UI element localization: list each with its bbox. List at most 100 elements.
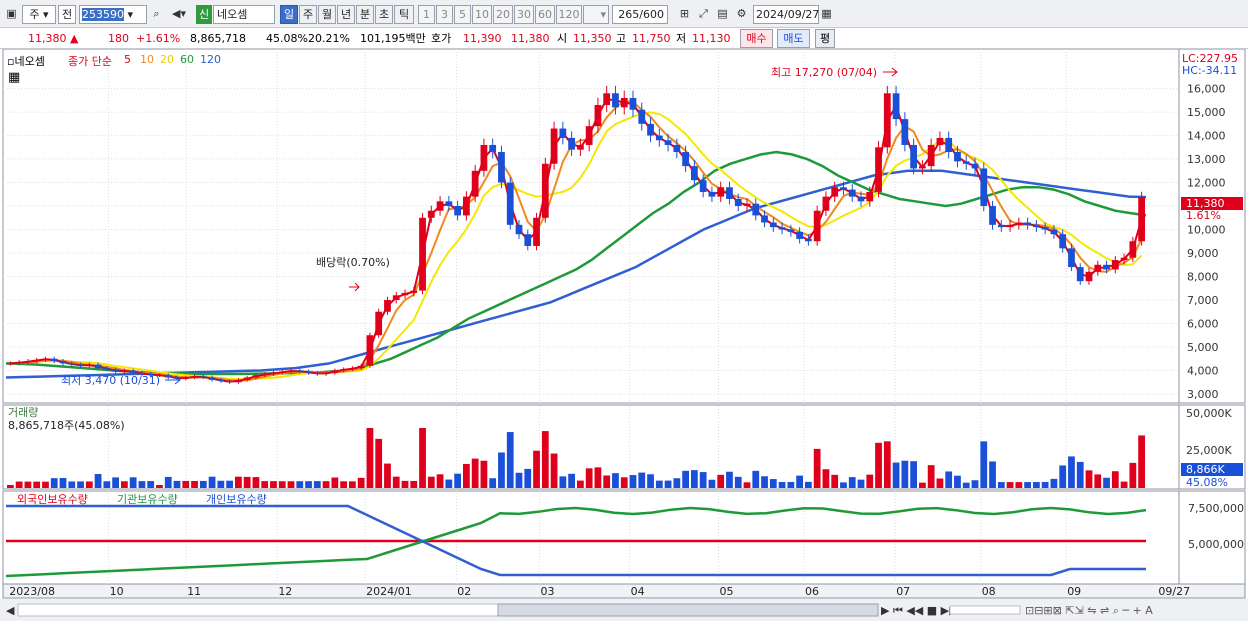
gear-icon[interactable]: ⚙: [733, 5, 750, 24]
calendar-icon[interactable]: ▦: [818, 5, 835, 24]
volume-bar: [1006, 482, 1014, 488]
volume-bar: [664, 480, 672, 488]
candle-body: [480, 144, 488, 171]
tf-day[interactable]: 일: [280, 5, 298, 24]
volume-bar: [182, 480, 190, 488]
volume-bar: [1015, 482, 1023, 488]
x-tick-label: 10: [110, 585, 124, 598]
x-tick-label: 08: [982, 585, 996, 598]
candle-body: [752, 203, 760, 216]
candle-body: [121, 370, 128, 372]
x-tick-label: 12: [278, 585, 292, 598]
interval-10[interactable]: 10: [472, 5, 492, 24]
x-tick-label: 11: [187, 585, 201, 598]
tf-second[interactable]: 초: [375, 5, 393, 24]
volume-bar: [489, 478, 497, 488]
tf-week[interactable]: 주: [299, 5, 317, 24]
high-label: 고: [616, 32, 627, 45]
legend-ma120: 120: [200, 53, 221, 66]
volume-bar: [638, 472, 646, 488]
save-icon[interactable]: ▤: [714, 5, 731, 24]
candle-body: [85, 364, 93, 366]
buy-button[interactable]: 매수: [740, 29, 773, 48]
volume-tick-50000k: 50,000K: [1186, 407, 1232, 420]
volume-bar: [68, 481, 76, 488]
volume-bar: [1076, 461, 1084, 488]
candle-body: [199, 376, 207, 378]
candle-body: [322, 372, 330, 374]
candle-body: [533, 217, 540, 246]
interval-5[interactable]: 5: [454, 5, 471, 24]
scroll-right-icon[interactable]: ▶ ⏮ ◀◀ ■ ▶▶: [881, 604, 958, 617]
speaker-icon[interactable]: ◀▾: [166, 5, 192, 24]
volume-bar: [331, 477, 339, 488]
volume-bar: [235, 476, 242, 488]
legend-ma20: 20: [160, 53, 174, 66]
candle-body: [1006, 224, 1014, 228]
volume-bar: [813, 448, 821, 488]
volume-bar: [533, 450, 540, 488]
candle-body: [463, 196, 470, 216]
period-select[interactable]: 주 ▾: [22, 5, 56, 24]
candle-body: [612, 93, 619, 108]
interval-20[interactable]: 20: [493, 5, 513, 24]
interval-custom-select[interactable]: ▾: [583, 5, 609, 24]
avg-button[interactable]: 평: [815, 29, 835, 48]
volume-bar: [927, 465, 935, 488]
volume-bar: [910, 461, 917, 488]
candle-body: [682, 152, 689, 167]
volume-bar: [883, 441, 891, 488]
stock-code-input[interactable]: 253590 ▾: [79, 5, 147, 24]
zoom-slider[interactable]: [949, 605, 1021, 615]
scroll-track[interactable]: [17, 603, 499, 617]
volume-bar: [945, 471, 953, 488]
candle-body: [313, 372, 321, 374]
candle-body: [1050, 229, 1058, 235]
interval-3[interactable]: 3: [436, 5, 453, 24]
stock-name[interactable]: 네오셈: [213, 5, 275, 24]
y-tick-label: 6,000: [1187, 317, 1219, 330]
hc-label: HC:-34.11: [1182, 64, 1237, 77]
tf-month[interactable]: 월: [318, 5, 336, 24]
scroll-left-icon[interactable]: ◀: [6, 604, 15, 617]
volume-bar: [1129, 462, 1137, 488]
draw-tool-icon[interactable]: ⤢: [695, 5, 712, 24]
bar-count-input[interactable]: 265/600: [612, 5, 668, 24]
interval-1[interactable]: 1: [418, 5, 435, 24]
stock-chart[interactable]: 3,000 4,000 5,000 6,000 7,000 8,000 9,000 10,00…: [0, 49, 1248, 621]
draw-tools-icon[interactable]: ⊡⊟⊞⊠ ⇱⇲ ⇋ ⇌ ⌕ ─ + A: [1025, 604, 1153, 617]
search-icon[interactable]: ⌕: [148, 5, 165, 24]
candle-body: [822, 196, 830, 211]
candle-body: [357, 365, 365, 369]
date-input[interactable]: 2024/09/27: [753, 5, 819, 24]
interval-60[interactable]: 60: [535, 5, 555, 24]
candle-body: [515, 224, 523, 235]
candle-body: [708, 191, 716, 197]
tf-tick[interactable]: 틱: [394, 5, 414, 24]
chart-menu-icon[interactable]: ▣: [3, 5, 20, 24]
table-icon[interactable]: ▦: [8, 70, 20, 85]
x-tick-label: 09/27: [1158, 585, 1190, 598]
candle-body: [1033, 224, 1040, 228]
sell-button[interactable]: 매도: [777, 29, 810, 48]
interval-30[interactable]: 30: [514, 5, 534, 24]
volume-bar: [261, 481, 269, 488]
prev-button[interactable]: 전: [58, 5, 76, 24]
scroll-thumb[interactable]: [497, 603, 879, 617]
candle-type-icon[interactable]: ⊞: [676, 5, 693, 24]
holding-tick-7500000: 7,500,000: [1188, 502, 1244, 515]
indiv-holding-label: 개인보유수량: [206, 493, 267, 506]
interval-120[interactable]: 120: [556, 5, 582, 24]
y-tick-label: 12,000: [1187, 177, 1226, 190]
open-label: 시: [557, 32, 568, 45]
candle-body: [673, 144, 681, 153]
candle-body: [796, 231, 803, 239]
y-tick-label: 9,000: [1187, 247, 1219, 260]
volume-bar: [603, 475, 611, 488]
candle-body: [164, 375, 172, 378]
y-tick-label: 3,000: [1187, 388, 1219, 401]
volume-bar: [655, 480, 663, 488]
tf-minute[interactable]: 분: [356, 5, 374, 24]
volume-bar: [1138, 435, 1145, 488]
tf-year[interactable]: 년: [337, 5, 355, 24]
